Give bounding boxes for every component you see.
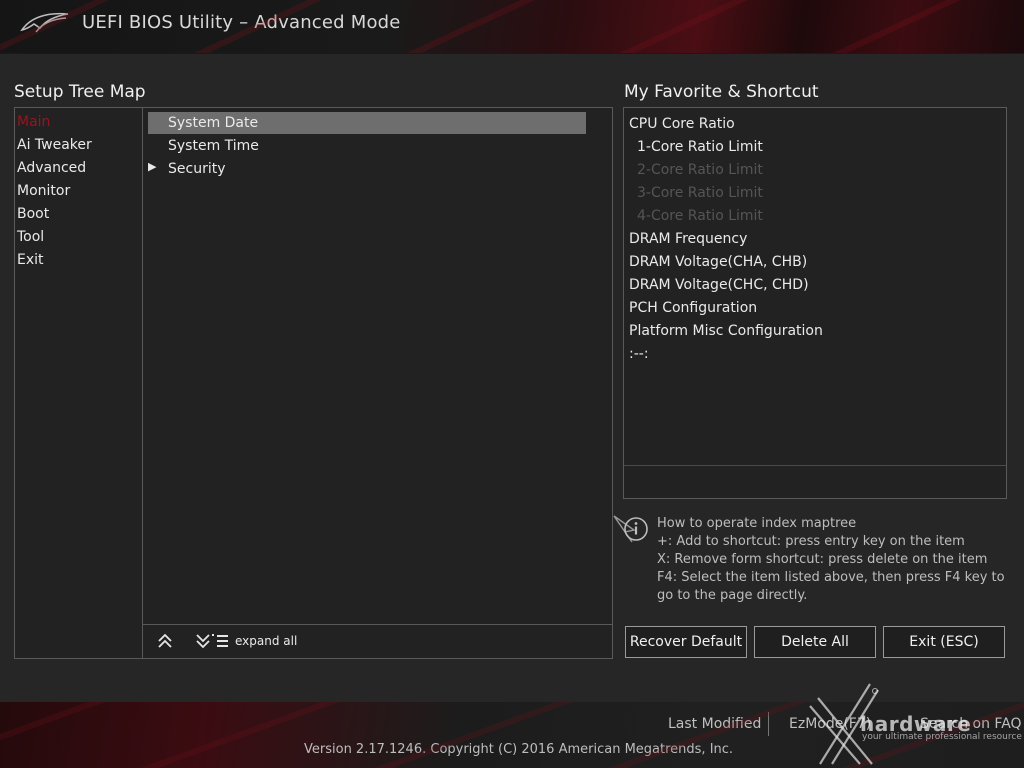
favorites-divider xyxy=(624,465,1006,466)
tree-item-label: System Date xyxy=(168,115,259,131)
recover-default-button[interactable]: Recover Default xyxy=(625,626,747,658)
tree-map-title: Setup Tree Map xyxy=(14,82,146,102)
app-title: UEFI BIOS Utility – Advanced Mode xyxy=(82,12,401,33)
menu-item-boot[interactable]: Boot xyxy=(17,206,49,222)
favorites-title: My Favorite & Shortcut xyxy=(624,82,819,102)
tree-content: System Date System Time ▶ Security xyxy=(143,108,612,624)
menu-item-ai-tweaker[interactable]: Ai Tweaker xyxy=(17,137,92,153)
help-line: +: Add to shortcut: press entry key on t… xyxy=(657,534,965,549)
fav-item-pch-configuration[interactable]: PCH Configuration xyxy=(629,300,757,316)
list-icon xyxy=(212,634,228,647)
tree-menu-column: Main Ai Tweaker Advanced Monitor Boot To… xyxy=(15,108,143,658)
exit-button[interactable]: Exit (ESC) xyxy=(883,626,1005,658)
fav-item-platform-misc-configuration[interactable]: Platform Misc Configuration xyxy=(629,323,823,339)
tree-item-label: System Time xyxy=(168,138,259,154)
tree-item-label: Security xyxy=(168,161,226,177)
fav-item-cpu-core-ratio[interactable]: CPU Core Ratio xyxy=(629,116,735,132)
help-heading: How to operate index maptree xyxy=(657,516,857,531)
expand-all-button[interactable]: expand all xyxy=(212,634,298,648)
menu-item-main[interactable]: Main xyxy=(17,114,50,130)
menu-item-advanced[interactable]: Advanced xyxy=(17,160,86,176)
help-line: X: Remove form shortcut: press delete on… xyxy=(657,552,988,567)
collapse-up-icon[interactable] xyxy=(155,631,175,651)
menu-item-tool[interactable]: Tool xyxy=(17,229,44,245)
last-modified-link[interactable]: Last Modified xyxy=(668,716,761,732)
help-line: go to the page directly. xyxy=(657,588,808,603)
help-line: F4: Select the item listed above, then p… xyxy=(657,570,1005,585)
rog-logo-icon xyxy=(20,12,69,33)
setup-tree-map: Main Ai Tweaker Advanced Monitor Boot To… xyxy=(14,107,613,659)
menu-item-exit[interactable]: Exit xyxy=(17,252,44,268)
menu-item-monitor[interactable]: Monitor xyxy=(17,183,70,199)
version-text: Version 2.17.1246. Copyright (C) 2016 Am… xyxy=(304,742,734,757)
fav-item-4-core-ratio-limit: 4-Core Ratio Limit xyxy=(637,208,763,224)
tree-toolbar: expand all xyxy=(143,624,612,659)
expand-down-icon[interactable] xyxy=(193,631,213,651)
fav-item-3-core-ratio-limit: 3-Core Ratio Limit xyxy=(637,185,763,201)
expand-arrow-icon[interactable]: ▶ xyxy=(148,160,156,173)
fav-item-2-core-ratio-limit: 2-Core Ratio Limit xyxy=(637,162,763,178)
tree-item-system-date[interactable]: System Date xyxy=(148,112,586,134)
footer-divider xyxy=(768,712,769,736)
watermark-tagline: your ultimate professional resource xyxy=(862,732,1022,742)
favorites-list: CPU Core Ratio 1-Core Ratio Limit 2-Core… xyxy=(623,107,1007,499)
expand-all-label: expand all xyxy=(235,634,298,648)
delete-all-button[interactable]: Delete All xyxy=(754,626,876,658)
fav-item-1-core-ratio-limit[interactable]: 1-Core Ratio Limit xyxy=(637,139,763,155)
header-bar: UEFI BIOS Utility – Advanced Mode xyxy=(0,0,1024,54)
fav-item-dram-frequency[interactable]: DRAM Frequency xyxy=(629,231,747,247)
tree-item-system-time[interactable]: System Time xyxy=(148,135,586,157)
fav-item-separator[interactable]: :--: xyxy=(629,346,649,362)
fav-item-dram-voltage-chc-chd[interactable]: DRAM Voltage(CHC, CHD) xyxy=(629,277,809,293)
fav-item-dram-voltage-cha-chb[interactable]: DRAM Voltage(CHA, CHB) xyxy=(629,254,807,270)
tree-item-security[interactable]: ▶ Security xyxy=(148,158,586,180)
info-cursor-icon xyxy=(613,515,648,543)
